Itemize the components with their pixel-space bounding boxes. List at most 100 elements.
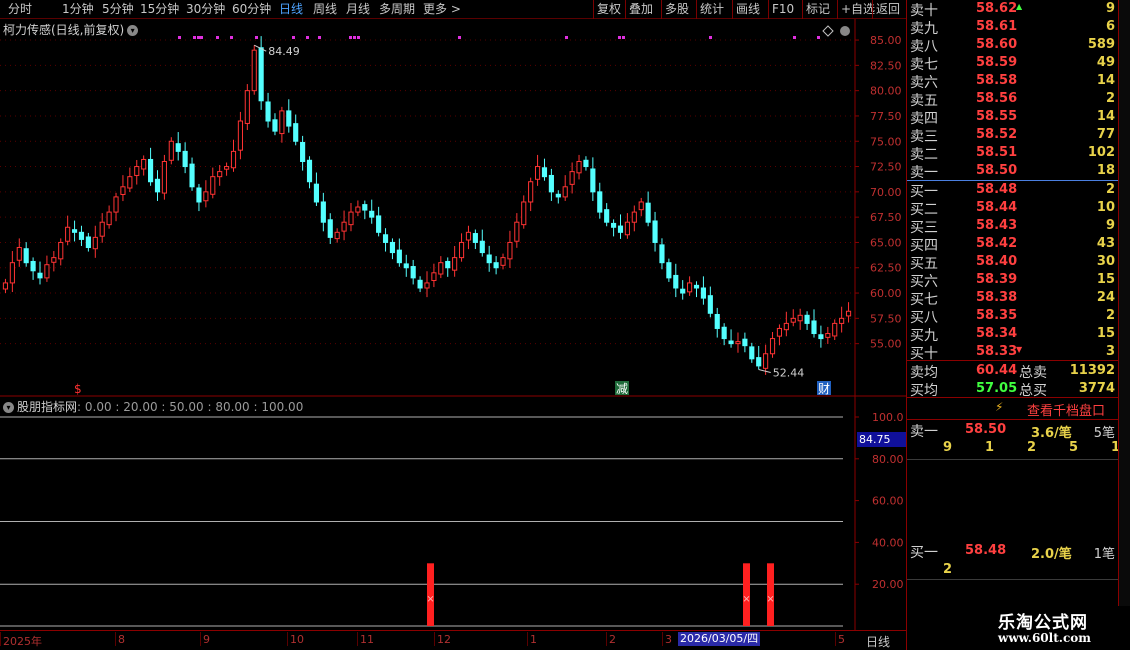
candle-body[interactable]: [659, 244, 665, 264]
candle-body[interactable]: [127, 176, 133, 189]
bid-level-6[interactable]: 买六 58.39 15: [907, 271, 1123, 290]
candle-body[interactable]: [279, 110, 285, 135]
indicator-bar[interactable]: [427, 563, 434, 626]
candle-body[interactable]: [514, 221, 520, 242]
toolbar-button-7[interactable]: +自选: [841, 2, 875, 17]
ask-level-7[interactable]: 卖四 58.55 14: [907, 108, 1123, 127]
candle-body[interactable]: [652, 220, 658, 243]
bid-level-9[interactable]: 买九 58.34 15: [907, 325, 1123, 344]
candle-body[interactable]: [16, 247, 22, 261]
candle-body[interactable]: [120, 186, 126, 195]
candle-body[interactable]: [783, 322, 789, 331]
finance-marker[interactable]: 财: [818, 382, 830, 396]
bid-level-2[interactable]: 买二 58.44 10: [907, 199, 1123, 218]
candle-body[interactable]: [528, 181, 534, 203]
toolbar-button-1[interactable]: 叠加: [629, 2, 653, 17]
candle-body[interactable]: [825, 333, 831, 338]
candle-body[interactable]: [410, 266, 416, 279]
toolbar-button-8[interactable]: 返回: [876, 2, 900, 17]
candle-body[interactable]: [237, 120, 243, 151]
ask-level-10[interactable]: 卖一 58.50 18: [907, 162, 1123, 181]
candle-body[interactable]: [230, 150, 237, 169]
candle-body[interactable]: [597, 191, 603, 213]
candle-body[interactable]: [555, 193, 561, 198]
bid-level-10[interactable]: 买十 58.33 ▼ 3: [907, 343, 1123, 362]
candle-body[interactable]: [472, 233, 478, 243]
candle-body[interactable]: [638, 201, 644, 211]
candle-body[interactable]: [431, 272, 437, 281]
candle-body[interactable]: [486, 254, 492, 264]
candle-body[interactable]: [113, 196, 119, 213]
bid-level-7[interactable]: 买七 58.38 24: [907, 289, 1123, 308]
candle-body[interactable]: [707, 295, 713, 314]
candle-body[interactable]: [382, 234, 389, 243]
expand-icon[interactable]: [840, 26, 850, 36]
ask-level-3[interactable]: 卖八 58.60 589: [907, 36, 1123, 55]
candle-body[interactable]: [576, 160, 582, 174]
candle-body[interactable]: [306, 159, 313, 183]
period-tab-2[interactable]: 5分钟: [102, 2, 134, 17]
toolbar-button-6[interactable]: 标记: [806, 2, 830, 17]
candle-body[interactable]: [320, 201, 326, 223]
candle-body[interactable]: [106, 211, 112, 226]
period-tab-10[interactable]: 更多 >: [423, 2, 461, 17]
ask-level-4[interactable]: 卖七 58.59 49: [907, 54, 1123, 73]
candle-body[interactable]: [693, 284, 700, 289]
period-tab-1[interactable]: 1分钟: [62, 2, 94, 17]
candle-body[interactable]: [334, 231, 340, 240]
indicator-chart[interactable]: 100.0 80.00 60.00 40.00 20.00: [0, 397, 906, 630]
period-tab-9[interactable]: 多周期: [379, 2, 415, 17]
candle-body[interactable]: [2, 282, 9, 290]
period-tab-6[interactable]: 日线: [279, 2, 303, 17]
candle-body[interactable]: [92, 236, 98, 250]
candle-body[interactable]: [776, 327, 783, 337]
candle-body[interactable]: [99, 221, 105, 237]
candle-body[interactable]: [272, 119, 278, 132]
candle-body[interactable]: [396, 249, 402, 264]
chevron-down-icon[interactable]: ▾: [3, 402, 14, 413]
candle-body[interactable]: [265, 101, 271, 122]
candle-body[interactable]: [832, 322, 838, 337]
candle-body[interactable]: [721, 326, 727, 340]
candle-body[interactable]: [438, 262, 444, 275]
candle-body[interactable]: [687, 282, 693, 293]
indicator-title[interactable]: ▾ 股朋指标网: 0.00 : 20.00 : 50.00 : 80.00 : 1…: [3, 398, 303, 415]
candle-body[interactable]: [161, 160, 167, 194]
period-tab-3[interactable]: 15分钟: [140, 2, 179, 17]
candle-body[interactable]: [30, 260, 36, 272]
candle-body[interactable]: [196, 187, 202, 203]
toolbar-button-5[interactable]: F10: [772, 2, 794, 17]
candle-body[interactable]: [23, 248, 29, 264]
candle-body[interactable]: [141, 158, 147, 170]
period-tab-5[interactable]: 60分钟: [232, 2, 271, 17]
candle-body[interactable]: [210, 176, 216, 195]
indicator-bar[interactable]: [767, 563, 774, 626]
candle-body[interactable]: [65, 226, 71, 242]
toolbar-button-0[interactable]: 复权: [597, 2, 621, 17]
candle-body[interactable]: [362, 204, 368, 211]
candle-body[interactable]: [604, 209, 610, 223]
candle-body[interactable]: [790, 317, 796, 323]
candle-body[interactable]: [175, 143, 181, 152]
candle-body[interactable]: [645, 202, 651, 223]
candle-body[interactable]: [224, 166, 230, 170]
candle-body[interactable]: [355, 206, 361, 213]
candle-body[interactable]: [251, 49, 257, 92]
candle-body[interactable]: [327, 219, 333, 238]
candle-body[interactable]: [624, 221, 630, 236]
candle-body[interactable]: [424, 282, 430, 289]
diamond-icon[interactable]: [822, 25, 834, 37]
candle-body[interactable]: [58, 241, 64, 260]
candle-body[interactable]: [182, 150, 188, 168]
candle-body[interactable]: [797, 314, 803, 322]
candle-body[interactable]: [845, 310, 852, 317]
view-thousand-level-button[interactable]: ⚡ 查看千档盘口: [907, 399, 1123, 419]
candle-body[interactable]: [9, 262, 15, 284]
candle-body[interactable]: [763, 353, 769, 369]
candle-body[interactable]: [445, 260, 451, 269]
candle-body[interactable]: [839, 317, 845, 324]
candle-body[interactable]: [51, 257, 57, 263]
ask-level-6[interactable]: 卖五 58.56 2: [907, 90, 1123, 109]
candle-body[interactable]: [348, 211, 354, 226]
candle-body[interactable]: [548, 174, 554, 193]
